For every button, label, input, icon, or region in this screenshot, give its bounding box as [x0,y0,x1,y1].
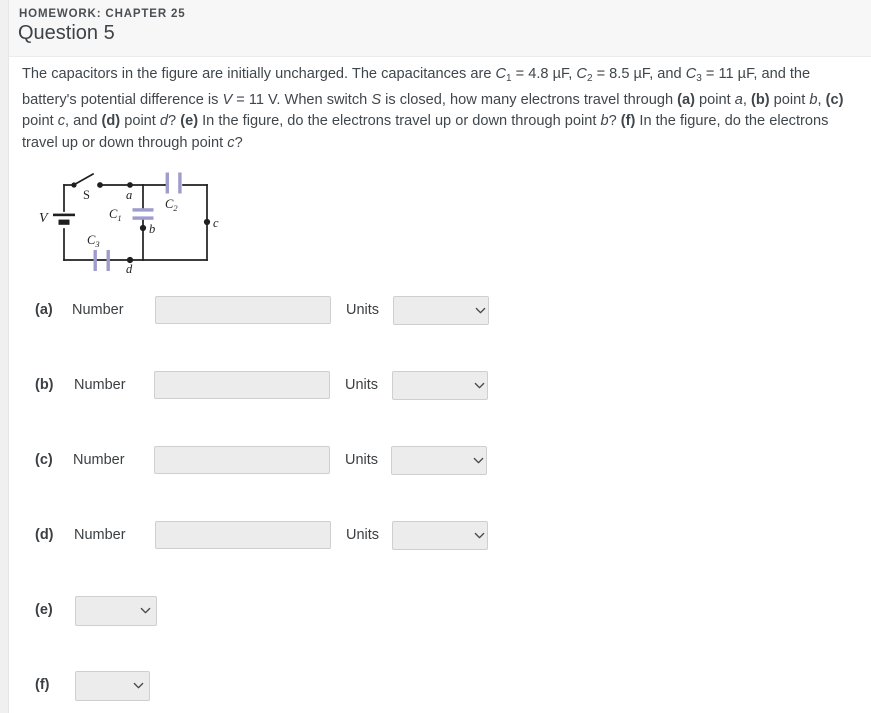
part-d-marker: (d) [101,113,121,129]
voltage-value: = 11 V. When switch [232,91,372,108]
breadcrumb-homework-chapter: HOMEWORK: CHAPTER 25 [19,8,186,20]
answer-row-b-units-label: Units [345,377,379,393]
node-b-dot [139,224,147,232]
answer-row-b-part: (b) [35,377,54,393]
answer-row-d-units-select[interactable] [392,521,488,550]
part-e-point: b [600,113,609,129]
switch-symbol: S [371,91,382,108]
answer-row-a-part: (a) [35,302,53,318]
question-header: HOMEWORK: CHAPTER 25 Question 5 [9,0,871,57]
part-c-text: point [22,113,58,129]
part-e-text: In the figure, do the electrons travel u… [198,113,601,129]
answer-row-b-units-select[interactable] [392,371,488,400]
answer-row-f-part: (f) [35,677,50,693]
answer-row-d: (d) Number Units [23,521,723,553]
problem-statement: The capacitors in the figure are initial… [22,64,858,154]
switch-contact-dot [97,182,103,188]
answer-row-c-number-label: Number [73,452,125,468]
part-e-marker: (e) [180,113,199,129]
answer-row-a-number-input[interactable] [155,296,331,324]
question-page: HOMEWORK: CHAPTER 25 Question 5 The capa… [9,0,871,713]
voltage-symbol: V [222,91,233,108]
statement-text-2: is closed, how many electrons travel thr… [381,91,678,108]
part-a-sep: , [742,91,751,108]
part-f-sep: ? [234,134,243,151]
answer-row-b: (b) Number Units [23,371,723,403]
answer-row-b-number-label: Number [74,377,126,393]
node-c-dot [203,218,211,226]
capacitance-3-symbol: C [685,66,697,82]
part-a-text: point [694,91,735,108]
part-c-sep: , and [65,113,102,129]
answer-row-a-units-select[interactable] [393,296,489,325]
capacitance-1-symbol: C [495,66,507,82]
answer-row-e-part: (e) [35,602,53,618]
part-b-sep: , [817,91,826,108]
answer-row-c-units-label: Units [345,452,379,468]
answer-row-d-number-input[interactable] [155,521,331,549]
page-title: Question 5 [18,22,115,44]
battery-label: V [39,211,49,226]
part-c-marker: (c) [825,91,844,108]
part-b-marker: (b) [750,91,770,108]
battery-symbol [53,213,75,225]
capacitance-2-value: = 8.5 µF, and [592,66,686,82]
part-d-text: point [120,113,160,129]
switch-pivot-dot [71,182,77,188]
answer-row-c-number-input[interactable] [154,446,330,474]
part-d-sep: ? [168,113,181,129]
node-a-label: a [126,188,132,202]
part-a-marker: (a) [677,91,695,108]
capacitance-2-symbol: C [576,66,587,82]
part-a-point: a [734,91,743,108]
answer-row-a: (a) Number Units [23,296,723,328]
part-f-marker: (f) [620,113,636,129]
node-c-label: c [213,216,219,230]
capacitor-c1-label: C1 [109,207,122,223]
answer-row-e-direction-select[interactable] [75,596,157,626]
answer-row-a-number-label: Number [72,302,124,318]
answer-row-f-direction-select[interactable] [75,671,150,701]
left-edge-rail [0,0,9,713]
answer-row-b-number-input[interactable] [154,371,330,399]
circuit-diagram-figure: V S a C1 b C2 c C3 d [31,166,231,274]
capacitor-c2-plates [165,172,182,194]
answer-row-c-units-select[interactable] [391,446,487,475]
part-e-sep: ? [608,113,621,129]
statement-text-1: The capacitors in the figure are initial… [22,66,496,82]
node-b-label: b [149,222,155,236]
capacitor-c3-label: C3 [87,233,100,249]
capacitor-c1-plates [132,208,154,220]
part-b-point: b [809,91,818,108]
answer-row-d-number-label: Number [74,527,126,543]
answer-row-c-part: (c) [35,452,53,468]
capacitance-1-value: = 4.8 µF, [511,66,577,82]
node-d-label: d [126,262,133,274]
answer-row-d-units-label: Units [346,527,380,543]
answer-row-d-part: (d) [35,527,54,543]
part-b-text: point [769,91,810,108]
part-d-point: d [159,113,169,129]
part-c-point: c [57,113,65,129]
answer-row-c: (c) Number Units [23,446,723,478]
switch-label: S [83,188,90,202]
capacitor-c2-label: C2 [165,197,178,213]
answer-row-a-units-label: Units [346,302,380,318]
part-f-point: c [227,134,235,151]
